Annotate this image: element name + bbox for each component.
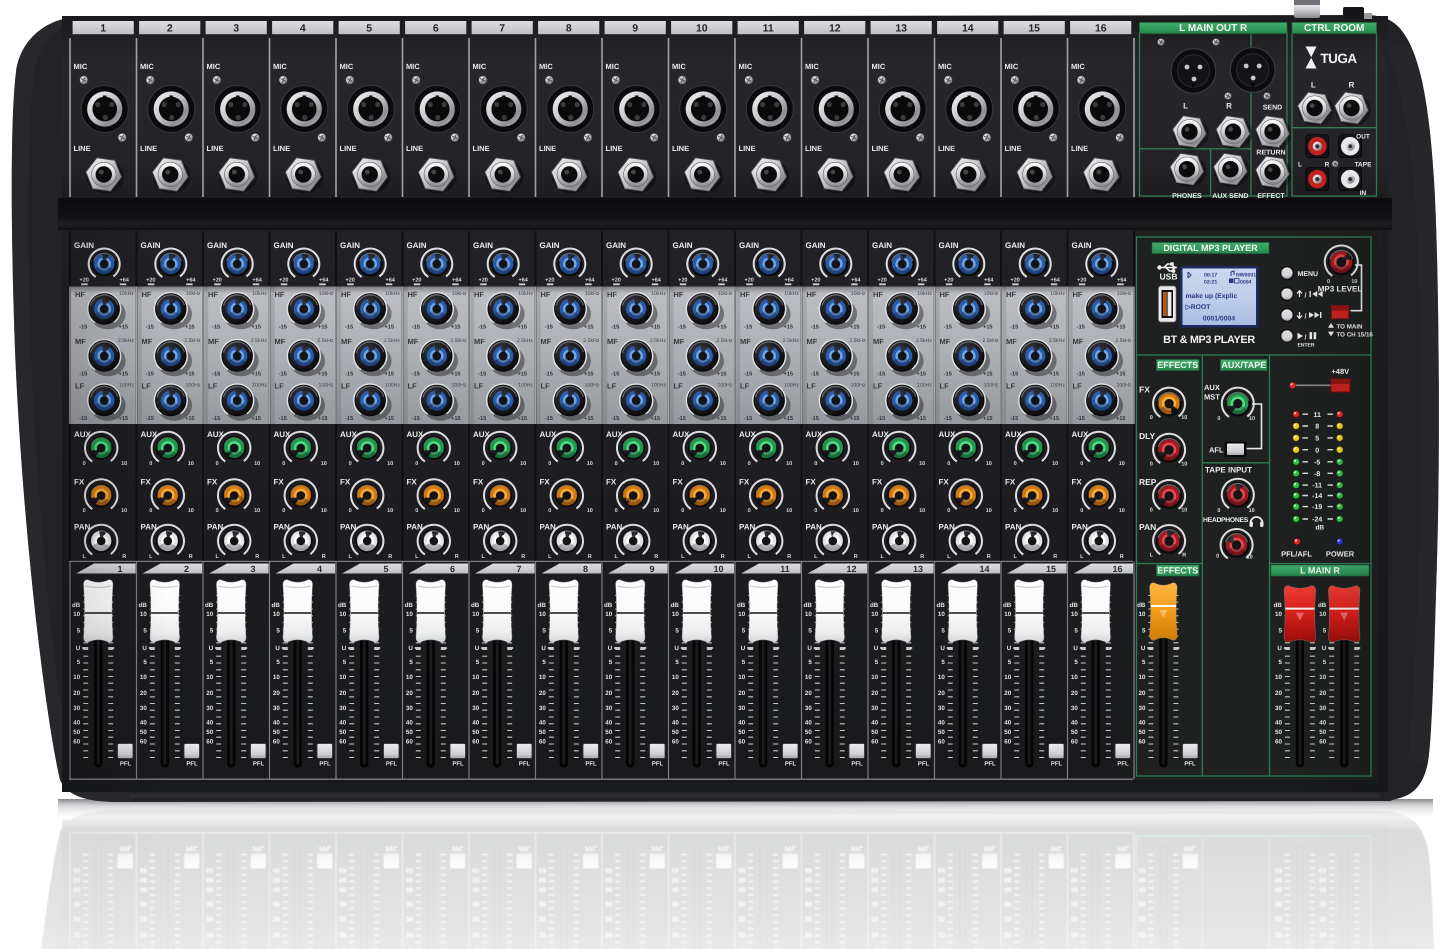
- svg-text:L: L: [1298, 162, 1302, 169]
- svg-text:AUX SEND: AUX SEND: [1212, 193, 1248, 200]
- svg-text:MIC: MIC: [273, 62, 287, 71]
- svg-text:CTRL ROOM: CTRL ROOM: [1304, 23, 1364, 34]
- svg-text:7: 7: [499, 23, 505, 35]
- svg-text:MIC: MIC: [74, 62, 88, 71]
- svg-text:MIC: MIC: [140, 62, 154, 71]
- svg-text:MIC: MIC: [1005, 62, 1019, 71]
- svg-text:LINE: LINE: [273, 144, 290, 153]
- svg-text:SEND: SEND: [1263, 105, 1282, 112]
- svg-text:LINE: LINE: [938, 144, 955, 153]
- svg-text:TAPE: TAPE: [1355, 162, 1373, 169]
- svg-text:12: 12: [829, 23, 841, 35]
- svg-text:MIC: MIC: [672, 62, 686, 71]
- svg-text:MIC: MIC: [606, 62, 620, 71]
- svg-text:MIC: MIC: [1071, 62, 1085, 71]
- svg-text:TUGA: TUGA: [1320, 51, 1357, 66]
- svg-text:3: 3: [233, 23, 239, 35]
- svg-text:MIC: MIC: [473, 62, 487, 71]
- svg-text:15: 15: [1028, 23, 1040, 35]
- svg-text:MIC: MIC: [539, 62, 553, 71]
- svg-text:R: R: [1325, 162, 1330, 169]
- svg-text:LINE: LINE: [739, 144, 756, 153]
- svg-text:2: 2: [167, 23, 173, 35]
- svg-text:LINE: LINE: [473, 144, 490, 153]
- svg-text:PHONES: PHONES: [1172, 193, 1202, 200]
- svg-text:LINE: LINE: [872, 144, 889, 153]
- svg-text:L: L: [1183, 102, 1188, 111]
- svg-text:MIC: MIC: [340, 62, 354, 71]
- svg-text:LINE: LINE: [140, 144, 157, 153]
- svg-text:14: 14: [962, 23, 974, 35]
- svg-text:LINE: LINE: [1005, 144, 1022, 153]
- svg-text:6: 6: [433, 23, 439, 35]
- svg-text:LINE: LINE: [406, 144, 423, 153]
- svg-text:L: L: [1311, 81, 1316, 90]
- svg-text:LINE: LINE: [74, 144, 91, 153]
- svg-text:10: 10: [696, 23, 708, 35]
- svg-text:4: 4: [300, 23, 306, 35]
- svg-text:LINE: LINE: [672, 144, 689, 153]
- svg-text:LINE: LINE: [1071, 144, 1088, 153]
- svg-text:16: 16: [1095, 23, 1107, 35]
- svg-text:R: R: [1226, 102, 1232, 111]
- svg-text:LINE: LINE: [207, 144, 224, 153]
- svg-text:MIC: MIC: [406, 62, 420, 71]
- svg-text:LINE: LINE: [606, 144, 623, 153]
- svg-text:8: 8: [566, 23, 572, 35]
- svg-text:EFFECT: EFFECT: [1257, 193, 1285, 200]
- svg-text:LINE: LINE: [340, 144, 357, 153]
- svg-text:OUT: OUT: [1356, 134, 1370, 141]
- svg-text:RETURN: RETURN: [1256, 150, 1285, 157]
- svg-text:9: 9: [632, 23, 638, 35]
- svg-text:5: 5: [366, 23, 372, 35]
- svg-text:1: 1: [100, 23, 106, 35]
- svg-text:MIC: MIC: [805, 62, 819, 71]
- svg-text:L MAIN OUT R: L MAIN OUT R: [1179, 23, 1248, 34]
- svg-text:11: 11: [763, 23, 774, 35]
- svg-text:MIC: MIC: [872, 62, 886, 71]
- svg-text:MIC: MIC: [739, 62, 753, 71]
- svg-text:LINE: LINE: [805, 144, 822, 153]
- svg-text:MIC: MIC: [207, 62, 221, 71]
- svg-text:13: 13: [895, 23, 907, 35]
- svg-text:LINE: LINE: [539, 144, 556, 153]
- svg-text:IN: IN: [1360, 190, 1367, 197]
- svg-text:R: R: [1349, 81, 1355, 90]
- svg-text:MIC: MIC: [938, 62, 952, 71]
